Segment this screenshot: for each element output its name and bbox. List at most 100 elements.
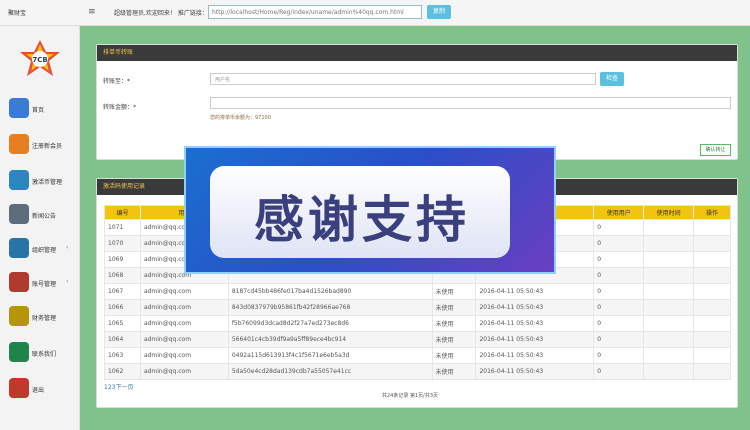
table-cell: 1070 [104,235,141,252]
table-cell: 0 [593,347,645,364]
table-cell [693,267,731,284]
table-cell: 1063 [104,347,141,364]
table-cell: 0492a115d613913f4c1f5671e6eb5a3d [227,347,433,364]
table-cell: 2016-04-11 05:50:43 [475,315,595,332]
table-cell: f5b76099d3dcad8d2f27a7ed273ec8d6 [227,315,433,332]
thanks-banner: 感谢支持 [184,146,556,274]
table-cell: 2016-04-11 05:50:43 [475,299,595,316]
promo-link-input[interactable]: http://localhost/Home/Reg/index/uname/ad… [208,5,422,19]
column-header: 编号 [104,205,141,220]
menu-toggle-icon[interactable]: ≡ [88,7,96,17]
sidebar-item-label: 注册新会员 [32,143,63,150]
table-cell: 2016-04-11 05:50:43 [475,331,595,348]
table-cell [643,219,695,236]
table-row: 1063 admin@qq.com 0492a115d613913f4c1f5671… [104,347,731,364]
sidebar-item-label: 新闻公告 [32,213,57,220]
sidebar-item-label: 组织管理 [32,247,57,254]
username-input[interactable]: 用户名 [210,73,596,85]
sidebar-item[interactable]: 联系我们 [0,338,80,372]
table-cell: 未使用 [431,331,477,348]
table-cell [643,299,695,316]
table-cell [693,299,731,316]
chevron-left-icon: ‹ [66,244,69,251]
sidebar-item[interactable]: 退出 [0,374,80,408]
table-cell [643,347,695,364]
table-cell: 8187cd45bb486fe017ba4d1526bad890 [227,283,433,300]
table-cell: admin@qq.com [139,315,229,332]
thanks-banner-card: 感谢支持 [210,166,510,258]
balance-hint: 您的排单币余额为：97100 [210,115,271,121]
table-cell [693,219,731,236]
power-icon [9,378,29,398]
table-cell: 0 [593,315,645,332]
table-row: 1064 admin@qq.com 566401c4cb39df9a9a5ff89e… [104,331,731,348]
sidebar-item[interactable]: 账号管理 ‹ [0,268,80,302]
transfer-panel-title: 排单币转账 [97,45,737,61]
table-cell: 未使用 [431,299,477,316]
transfer-panel: 排单币转账 转账至：* 用户名 检查 转账金额：* 您的排单币余额为：97100… [96,44,738,160]
thanks-text: 感谢支持 [254,190,470,249]
table-cell: 0 [593,267,645,284]
pagination[interactable]: 123下一页 [104,382,133,391]
sidebar-item-label: 首页 [32,107,45,114]
sidebar-item-label: 联系我们 [32,351,57,358]
table-cell [643,267,695,284]
sidebar-item[interactable]: 组织管理 ‹ [0,234,80,268]
sidebar-item[interactable]: 激活币管理 [0,166,80,200]
sidebar-item-label: 账号管理 [32,281,57,288]
copy-button[interactable]: 复制 [427,5,451,19]
table-cell: admin@qq.com [139,363,229,380]
sidebar-item-label: 财务管理 [32,315,57,322]
sidebar-item-label: 退出 [32,387,45,394]
table-cell: 未使用 [431,363,477,380]
table-cell: 1068 [104,267,141,284]
table-cell: 1069 [104,251,141,268]
table-cell: 1065 [104,315,141,332]
table-cell [643,251,695,268]
check-button[interactable]: 检查 [600,72,624,86]
table-cell: 未使用 [431,283,477,300]
table-cell [643,331,695,348]
table-cell: admin@qq.com [139,283,229,300]
phone-icon [9,342,29,362]
brand-name: 聚财宝 [8,10,27,17]
logo-text: 7CB [32,56,47,64]
column-header: 操作 [693,205,731,220]
table-cell: 0 [593,283,645,300]
table-cell: 未使用 [431,315,477,332]
column-header: 使用时间 [643,205,695,220]
welcome-text: 超级管理员,欢迎回来！ 推广链接： [114,10,208,17]
table-cell [693,283,731,300]
table-cell: 1066 [104,299,141,316]
table-cell: 2016-04-11 05:50:43 [475,347,595,364]
table-cell: 0 [593,235,645,252]
table-cell: 1067 [104,283,141,300]
amount-input[interactable] [210,97,731,109]
table-cell: 1064 [104,331,141,348]
table-cell: admin@qq.com [139,347,229,364]
table-cell [643,235,695,252]
table-cell: 843d0837979b95861fb42f28966ae768 [227,299,433,316]
users-icon [9,272,29,292]
table-cell [643,283,695,300]
table-cell: admin@qq.com [139,331,229,348]
table-cell: 2016-04-11 05:50:43 [475,283,595,300]
table-row: 1065 admin@qq.com f5b76099d3dcad8d2f27a7ed… [104,315,731,332]
sidebar-item[interactable]: 注册新会员 [0,130,80,164]
table-cell [693,251,731,268]
table-cell [693,363,731,380]
table-row: 1062 admin@qq.com 5da50e4cd28dad139cdb7a55… [104,363,731,380]
sidebar-item[interactable]: 首页 [0,94,80,128]
sidebar-item-label: 激活币管理 [32,179,63,186]
table-cell [643,363,695,380]
column-header: 使用用户 [593,205,645,220]
table-cell: 5da50e4cd28dad139cdb7a55057e41cc [227,363,433,380]
sidebar-item[interactable]: 新闻公告 [0,200,80,234]
table-cell: 566401c4cb39df9a9a5ff89ece4bc914 [227,331,433,348]
amount-label: 转账金额：* [103,104,137,111]
table-cell: 1062 [104,363,141,380]
top-bar: 聚财宝 ≡ 超级管理员,欢迎回来！ 推广链接： http://localhost… [0,0,750,26]
confirm-transfer-button[interactable]: 确认转让 [700,144,731,156]
sidebar-item[interactable]: 财务管理 [0,302,80,336]
table-cell: 未使用 [431,347,477,364]
